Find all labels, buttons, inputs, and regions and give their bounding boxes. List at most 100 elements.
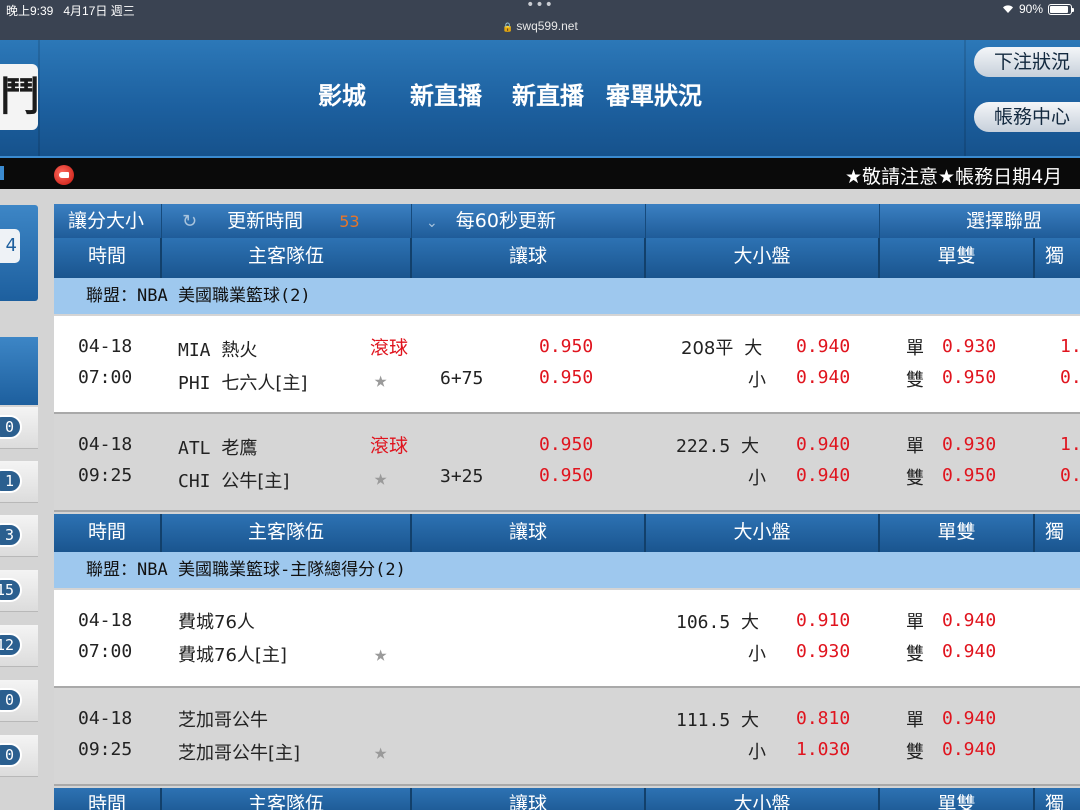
col-time: 時間 bbox=[54, 238, 162, 278]
under-odds[interactable]: 1.030 bbox=[796, 739, 850, 760]
even-odds[interactable]: 0.950 bbox=[942, 367, 996, 388]
sidebar-count-badge: 1 bbox=[0, 469, 22, 493]
bet-status-button[interactable]: 下注狀況 bbox=[974, 47, 1080, 77]
col-teams: 主客隊伍 bbox=[162, 514, 412, 552]
even-odds[interactable]: 0.940 bbox=[942, 739, 996, 760]
away-team: 芝加哥公牛[主] bbox=[178, 743, 301, 764]
sidebar-item[interactable]: 15 bbox=[0, 570, 38, 612]
match-time: 07:00 bbox=[78, 641, 133, 662]
sidebar-item[interactable]: 3 bbox=[0, 515, 38, 557]
refresh-interval-label: 每60秒更新 bbox=[455, 210, 556, 232]
col-single: 獨 bbox=[1045, 793, 1065, 810]
favorite-star-icon[interactable]: ★ bbox=[374, 740, 387, 765]
sidebar-item[interactable]: 12 bbox=[0, 625, 38, 667]
battery-percent: 90% bbox=[1018, 2, 1043, 16]
even-odds[interactable]: 0.950 bbox=[942, 465, 996, 486]
refresh-label: 更新時間 bbox=[227, 210, 304, 232]
match-date: 04-18 bbox=[78, 434, 133, 455]
odd-odds[interactable]: 0.930 bbox=[942, 434, 996, 455]
odd-label: 單 bbox=[906, 612, 924, 633]
sidebar-item[interactable]: 0 bbox=[0, 680, 38, 722]
favorite-star-icon[interactable]: ★ bbox=[374, 466, 387, 491]
under-odds[interactable]: 0.930 bbox=[796, 641, 850, 662]
account-center-button[interactable]: 帳務中心 bbox=[974, 102, 1080, 132]
over-odds[interactable]: 0.910 bbox=[796, 610, 850, 631]
announcement-marquee: ★敬請注意★帳務日期4月 bbox=[0, 156, 1080, 189]
live-badge: 滾球 bbox=[370, 435, 409, 457]
sidebar-toggle-button[interactable]: 4 bbox=[0, 229, 20, 263]
site-logo[interactable]: 鬥 bbox=[0, 64, 38, 130]
status-indicators: 90% bbox=[1002, 2, 1074, 16]
single-odds-1[interactable]: 1. bbox=[1060, 336, 1080, 357]
col-single: 獨 bbox=[1045, 245, 1065, 267]
handicap-line: 3+25 bbox=[440, 466, 484, 487]
home-team: 費城76人 bbox=[178, 612, 255, 633]
col-odd-even: 單雙 bbox=[880, 788, 1035, 810]
announcement-text[interactable]: ★敬請注意★帳務日期4月 bbox=[845, 162, 1062, 189]
handicap-odds-away[interactable]: 0.950 bbox=[539, 367, 593, 388]
match-time: 09:25 bbox=[78, 739, 133, 760]
column-header: 時間 主客隊伍 讓球 大小盤 單雙 獨 bbox=[54, 788, 1080, 810]
under-odds[interactable]: 0.940 bbox=[796, 367, 850, 388]
tab-dots-icon[interactable]: ••• bbox=[520, 0, 560, 13]
single-odds-2[interactable]: 0. bbox=[1060, 367, 1080, 388]
odd-odds[interactable]: 0.930 bbox=[942, 336, 996, 357]
match-date: 04-18 bbox=[78, 610, 133, 631]
nav-review-status[interactable]: 審單狀況 bbox=[606, 76, 702, 111]
sidebar-count-badge: 3 bbox=[0, 523, 22, 547]
under-label: 小 bbox=[748, 644, 766, 665]
league-header[interactable]: 聯盟：NBA 美國職業籃球(2) bbox=[54, 278, 1080, 314]
col-odd-even: 單雙 bbox=[880, 514, 1035, 552]
handicap-odds-home[interactable]: 0.950 bbox=[539, 434, 593, 455]
nav-cinema[interactable]: 影城 bbox=[318, 76, 366, 111]
single-odds-1[interactable]: 1. bbox=[1060, 434, 1080, 455]
sidebar-item[interactable]: 0 bbox=[0, 407, 38, 449]
favorite-star-icon[interactable]: ★ bbox=[374, 642, 387, 667]
battery-icon bbox=[1048, 3, 1074, 15]
under-label: 小 bbox=[748, 370, 766, 391]
sidebar-count-badge: 0 bbox=[0, 743, 22, 767]
ou-line: 106.5 大 bbox=[676, 612, 760, 633]
sidebar-item[interactable]: 0 bbox=[0, 735, 38, 777]
even-label: 雙 bbox=[906, 468, 924, 489]
marquee-edge bbox=[0, 166, 4, 180]
status-bar: 晚上9:39 4月17日 週三 ••• 🔒 swq599.net 90% bbox=[0, 0, 1080, 40]
col-odd-even: 單雙 bbox=[880, 238, 1035, 278]
match-row: 04-18 07:00 MIA 熱火 PHI 七六人[主] 滾球 ★ 6+75 … bbox=[54, 316, 1080, 414]
header-divider-right bbox=[964, 40, 966, 156]
select-league-button[interactable]: 選擇聯盟 bbox=[880, 204, 1080, 238]
single-odds-2[interactable]: 0. bbox=[1060, 465, 1080, 486]
site-header: 鬥 影城 新直播 新直播 審單狀況 下注狀況 帳務中心 bbox=[0, 40, 1080, 156]
handicap-odds-home[interactable]: 0.950 bbox=[539, 336, 593, 357]
even-odds[interactable]: 0.940 bbox=[942, 641, 996, 662]
home-team: ATL 老鷹 bbox=[178, 438, 258, 459]
address-bar[interactable]: 🔒 swq599.net bbox=[0, 19, 1080, 33]
over-odds[interactable]: 0.940 bbox=[796, 336, 850, 357]
favorite-star-icon[interactable]: ★ bbox=[374, 368, 387, 393]
match-time: 07:00 bbox=[78, 367, 133, 388]
handicap-ou-tab[interactable]: 讓分大小 bbox=[54, 204, 162, 238]
over-odds[interactable]: 0.940 bbox=[796, 434, 850, 455]
col-over-under: 大小盤 bbox=[646, 238, 880, 278]
under-odds[interactable]: 0.940 bbox=[796, 465, 850, 486]
odd-label: 單 bbox=[906, 710, 924, 731]
match-date: 04-18 bbox=[78, 336, 133, 357]
league-header[interactable]: 聯盟：NBA 美國職業籃球-主隊總得分(2) bbox=[54, 552, 1080, 588]
odd-odds[interactable]: 0.940 bbox=[942, 708, 996, 729]
over-odds[interactable]: 0.810 bbox=[796, 708, 850, 729]
handicap-odds-away[interactable]: 0.950 bbox=[539, 465, 593, 486]
refresh-control[interactable]: ↻ 更新時間 53 bbox=[162, 204, 412, 238]
under-label: 小 bbox=[748, 742, 766, 763]
col-handicap: 讓球 bbox=[412, 788, 646, 810]
sidebar-item[interactable]: 1 bbox=[0, 461, 38, 503]
nav-live-1[interactable]: 新直播 bbox=[410, 76, 482, 111]
odd-odds[interactable]: 0.940 bbox=[942, 610, 996, 631]
refresh-icon[interactable]: ↻ bbox=[182, 211, 197, 232]
refresh-interval-select[interactable]: ⌄ 每60秒更新 bbox=[412, 204, 646, 238]
match-row: 04-18 09:25 ATL 老鷹 CHI 公牛[主] 滾球 ★ 3+25 0… bbox=[54, 414, 1080, 512]
column-header: 時間 主客隊伍 讓球 大小盤 單雙 獨 bbox=[54, 514, 1080, 552]
status-time-date: 晚上9:39 4月17日 週三 bbox=[6, 4, 135, 18]
nav-live-2[interactable]: 新直播 bbox=[512, 76, 584, 111]
toolbar-spacer bbox=[646, 204, 880, 238]
away-team: 費城76人[主] bbox=[178, 645, 287, 666]
